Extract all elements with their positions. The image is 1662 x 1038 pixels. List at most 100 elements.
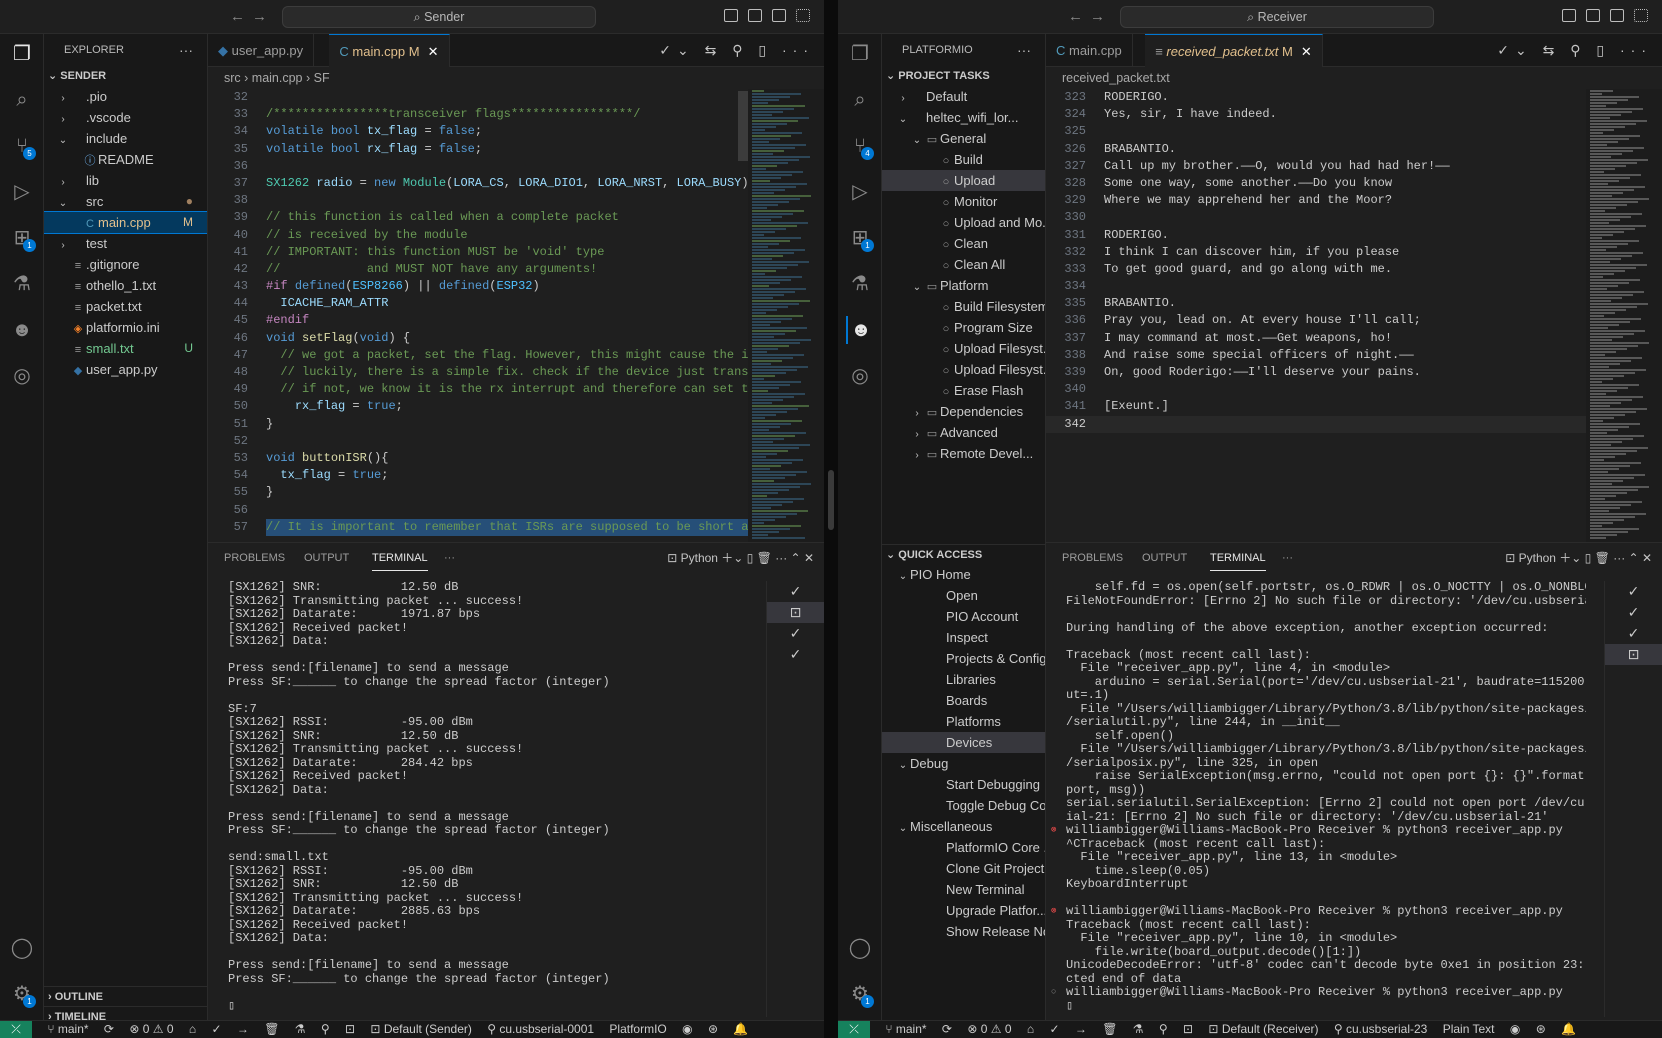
pio-upload-icon[interactable]: → <box>237 1021 249 1038</box>
task-item[interactable]: PlatformIO Core ... <box>882 837 1045 858</box>
breadcrumb-item[interactable]: src <box>224 71 241 85</box>
terminal-name[interactable]: Python <box>1519 551 1556 565</box>
task-item[interactable]: ⌄ ▭ Platform <box>882 275 1045 296</box>
problems-count[interactable]: ⊗ 0 ⚠ 0 <box>967 1021 1011 1038</box>
pio-build-icon[interactable]: ✓ <box>1049 1021 1059 1038</box>
more-actions-icon[interactable]: ··· <box>179 34 193 66</box>
task-item[interactable]: Boards <box>882 690 1045 711</box>
text-editor[interactable]: 323 RODERIGO. 324 Yes, sir, I have indeed. 3… <box>1046 89 1586 542</box>
pio-monitor-icon[interactable]: ⚲ <box>1159 1021 1168 1038</box>
toggle-primary-sidebar-icon[interactable] <box>724 9 738 22</box>
file-tree-item[interactable]: ⌄ include <box>44 128 207 149</box>
remote-indicator-icon[interactable]: ⤫ <box>838 1021 870 1038</box>
pio-monitor-icon[interactable]: ⚲ <box>321 1021 330 1038</box>
task-item[interactable]: ○ Clean <box>882 233 1045 254</box>
breadcrumb-item[interactable]: SF <box>314 71 330 85</box>
terminal-output[interactable]: self.fd = os.open(self.portstr, os.O_RDW… <box>1046 581 1586 1017</box>
file-tree-item[interactable]: ◆ user_app.py <box>44 359 207 380</box>
pio-port[interactable]: ⚲ cu.usbserial-0001 <box>487 1021 594 1038</box>
editor-tab[interactable]: C main.cpp <box>1046 34 1133 67</box>
task-item[interactable]: Start Debugging <box>882 774 1045 795</box>
file-tree-item[interactable]: Cmain.cpp M <box>44 211 207 234</box>
task-item[interactable]: ○ Program Size <box>882 317 1045 338</box>
quick-access-section[interactable]: ⌄ QUICK ACCESS <box>882 544 1045 564</box>
tab-output[interactable]: OUTPUT <box>1142 543 1187 573</box>
git-branch[interactable]: ⑂ main* <box>47 1021 88 1038</box>
flask-icon[interactable]: ⚗ <box>846 270 874 298</box>
back-arrow-icon[interactable]: ← <box>230 8 245 25</box>
platformio-alien-icon[interactable]: ☻ <box>846 316 874 344</box>
file-tree-item[interactable]: › .pio <box>44 86 207 107</box>
project-tasks-section[interactable]: ⌄ PROJECT TASKS <box>882 66 1045 86</box>
pio-upload-icon[interactable]: → <box>1075 1021 1087 1038</box>
broadcast-icon[interactable]: ⊛ <box>1536 1021 1546 1038</box>
copilot-icon[interactable]: ◉ <box>1510 1021 1520 1038</box>
task-item[interactable]: Toggle Debug Co... <box>882 795 1045 816</box>
task-item[interactable]: PIO Account <box>882 606 1045 627</box>
panel-more-icon[interactable]: ··· <box>444 543 455 573</box>
pio-terminal-icon[interactable]: ⊡ <box>1183 1021 1193 1038</box>
run-debug-icon[interactable]: ▷ <box>8 178 36 206</box>
explorer-root[interactable]: ⌄ SENDER <box>44 66 207 86</box>
task-item[interactable]: Platforms <box>882 711 1045 732</box>
tab-output[interactable]: OUTPUT <box>304 543 349 573</box>
editor-actions[interactable]: ✓⌄ ⇆ ⚲ ▯ ··· <box>1497 34 1652 67</box>
command-center[interactable]: ⌕ Sender <box>282 6 596 28</box>
remote-indicator-icon[interactable]: ⤫ <box>0 1021 32 1038</box>
file-tree-item[interactable]: ≡ packet.txt <box>44 296 207 317</box>
task-item[interactable]: ○ Monitor <box>882 191 1045 212</box>
task-item[interactable]: Upgrade Platfor... <box>882 900 1045 921</box>
task-item[interactable]: ⌄ PIO Home <box>882 564 1045 585</box>
sync-icon[interactable]: ⟳ <box>942 1021 952 1038</box>
close-icon[interactable]: ✕ <box>1642 551 1652 565</box>
file-tree-item[interactable]: ◈ platformio.ini <box>44 317 207 338</box>
close-icon[interactable]: ✕ <box>804 551 814 565</box>
search-icon[interactable]: ⌕ <box>8 86 36 114</box>
file-tree-item[interactable]: ≡ small.txt U <box>44 338 207 359</box>
pio-test-icon[interactable]: ⚗ <box>295 1021 306 1038</box>
more-actions-icon[interactable]: ··· <box>1017 34 1031 66</box>
tab-problems[interactable]: PROBLEMS <box>224 543 285 573</box>
pio-port[interactable]: ⚲ cu.usbserial-23 <box>1334 1021 1428 1038</box>
file-tree-item[interactable]: › .vscode <box>44 107 207 128</box>
task-item[interactable]: ⌄ ▭ General <box>882 128 1045 149</box>
task-item[interactable]: Show Release No... <box>882 921 1045 942</box>
file-tree-item[interactable]: ≡ .gitignore <box>44 254 207 275</box>
extensions-icon[interactable]: ⊞ 1 <box>8 224 36 252</box>
task-item[interactable]: ○ Upload Filesyst... <box>882 338 1045 359</box>
tab-problems[interactable]: PROBLEMS <box>1062 543 1123 573</box>
terminal-instance[interactable]: ✓ <box>767 581 824 602</box>
source-control-icon[interactable]: ⑂ 5 <box>8 132 36 160</box>
gear-icon[interactable]: ⚙ 1 <box>8 980 36 1008</box>
terminal-output[interactable]: [SX1262] SNR: 12.50 dB [SX1262] Transmitt… <box>208 581 748 1017</box>
back-arrow-icon[interactable]: ← <box>1068 8 1083 25</box>
extensions-icon[interactable]: ⊞ 1 <box>846 224 874 252</box>
task-item[interactable]: Devices <box>882 732 1045 753</box>
terminal-instance[interactable]: ✓ <box>1605 602 1662 623</box>
forward-arrow-icon[interactable]: → <box>1090 8 1105 25</box>
pio-build-icon[interactable]: ✓ <box>211 1021 221 1038</box>
toggle-panel-icon[interactable] <box>748 9 762 22</box>
files-icon[interactable]: ❐ <box>8 40 36 68</box>
more-icon[interactable]: ··· <box>775 551 790 565</box>
toggle-panel-icon[interactable] <box>1586 9 1600 22</box>
split-terminal-icon[interactable]: ▯ <box>747 551 757 565</box>
terminal-instance[interactable]: ✓ <box>767 623 824 644</box>
task-item[interactable]: New Terminal <box>882 879 1045 900</box>
terminal-instance[interactable]: ✓ <box>1605 623 1662 644</box>
pio-env[interactable]: ⊡ Default (Receiver) <box>1208 1021 1318 1038</box>
task-item[interactable]: ○ Clean All <box>882 254 1045 275</box>
platform-label[interactable]: PlatformIO <box>609 1021 666 1038</box>
pio-home-icon[interactable]: ⌂ <box>189 1021 196 1038</box>
task-item[interactable]: ○ Erase Flash <box>882 380 1045 401</box>
copilot-icon[interactable]: ◉ <box>682 1021 692 1038</box>
notifications-icon[interactable]: 🔔 <box>733 1021 748 1038</box>
trash-icon[interactable]: 🗑 <box>1595 551 1614 565</box>
maximize-icon[interactable]: ⌃ <box>1629 551 1642 565</box>
task-item[interactable]: Projects & Config... <box>882 648 1045 669</box>
terminal-instance[interactable]: ✓ <box>1605 581 1662 602</box>
new-terminal-icon[interactable]: ＋⌄ <box>1556 551 1585 565</box>
pio-terminal-icon[interactable]: ⊡ <box>345 1021 355 1038</box>
breadcrumb-item[interactable]: received_packet.txt <box>1062 71 1170 85</box>
pio-env[interactable]: ⊡ Default (Sender) <box>370 1021 471 1038</box>
